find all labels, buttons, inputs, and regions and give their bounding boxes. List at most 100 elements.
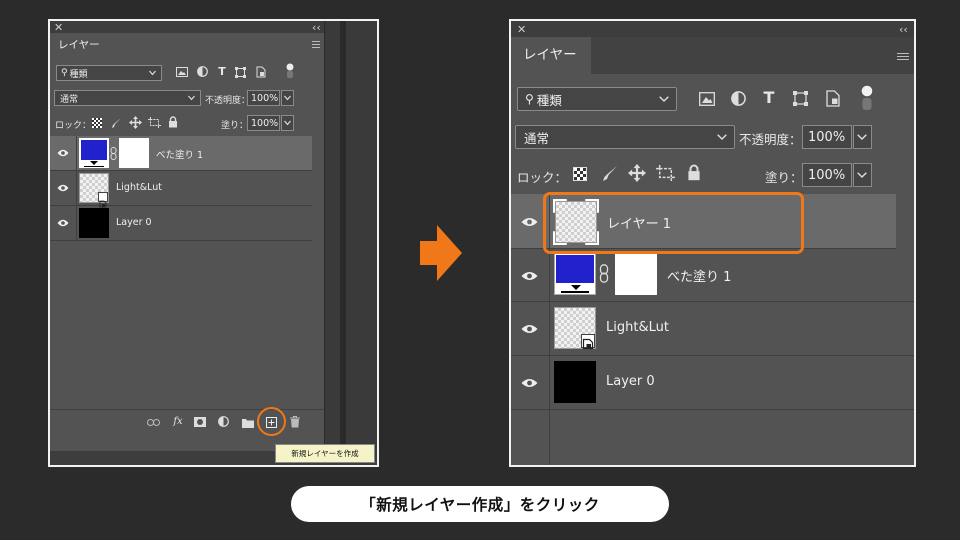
chevron-down-icon [659,96,669,102]
layer-row-solid-fill[interactable]: べた塗り 1 [511,249,914,302]
fill-dropdown-button[interactable] [281,115,294,131]
type-filter-icon[interactable]: T [761,88,777,107]
chevron-down-icon [284,95,291,101]
opacity-dropdown-button[interactable] [853,125,872,149]
layer-name[interactable]: べた塗り 1 [667,266,731,285]
shape-filter-icon[interactable] [235,67,246,78]
eye-icon[interactable] [57,219,69,227]
panel-menu-icon[interactable] [312,41,320,50]
filter-toggle-icon[interactable] [286,63,294,79]
layer-thumbnail[interactable] [79,208,109,238]
fill-label: 塗り： [221,121,249,131]
solid-fill-thumbnail[interactable] [79,138,109,168]
blend-mode-value: 通常 [524,130,550,146]
visibility-divider [76,136,77,171]
layer-row-smart-object[interactable]: Light&Lut [511,302,914,356]
panel-side-divider [340,21,346,465]
kind-filter-select[interactable]: ⚲ 種類 [517,87,677,111]
tab-layers[interactable]: レイヤー [54,33,110,57]
arrow-right-icon [420,225,462,281]
image-filter-icon[interactable] [699,92,715,106]
adjustment-layer-icon[interactable] [218,416,229,427]
close-icon[interactable]: ✕ [517,24,526,35]
layer-row-layer0[interactable]: Layer 0 [50,206,312,241]
layer-name[interactable]: Layer 0 [116,217,152,228]
layer-thumbnail[interactable] [554,361,596,403]
lock-position-icon[interactable] [628,164,646,182]
add-mask-icon[interactable] [194,417,206,427]
filter-toggle-icon[interactable] [861,85,873,111]
lock-all-icon[interactable] [687,164,701,181]
fill-label: 塗り： [765,170,803,185]
fx-icon[interactable]: fx [171,416,185,427]
eye-icon[interactable] [521,217,538,227]
visibility-divider [549,356,550,410]
layer-mask-thumbnail[interactable] [119,138,149,168]
folder-icon[interactable] [242,418,254,428]
search-icon: ⚲ [525,92,534,106]
lock-transparent-pixels-icon[interactable] [92,118,102,128]
kind-filter-select[interactable]: ⚲ 種類 [56,65,162,81]
opacity-input[interactable]: 100% [247,90,280,106]
lock-image-pixels-icon[interactable] [111,117,122,129]
lock-artboard-icon[interactable] [656,165,675,181]
visibility-divider [549,302,550,356]
fill-input[interactable]: 100% [802,163,852,187]
layer-name[interactable]: べた塗り 1 [156,147,203,161]
chevron-down-icon [857,172,867,178]
tab-bar-background [591,37,914,74]
trash-icon[interactable] [290,416,300,428]
eye-icon[interactable] [521,271,538,281]
eye-icon[interactable] [57,184,69,192]
opacity-input[interactable]: 100% [802,125,852,149]
fill-dropdown-button[interactable] [853,163,872,187]
chevron-down-icon [188,95,195,101]
layer-row-layer0[interactable]: Layer 0 [511,356,914,410]
kind-filter-label: 種類 [536,92,562,108]
layer-name[interactable]: Light&Lut [606,320,669,335]
blend-mode-select[interactable]: 通常 [515,125,735,149]
solid-fill-thumbnail[interactable] [554,253,596,295]
layer-name[interactable]: Layer 0 [606,374,655,389]
link-layers-icon[interactable] [147,419,160,426]
link-icon[interactable] [599,264,609,283]
panel-menu-icon[interactable] [897,53,909,62]
layer-name[interactable]: Light&Lut [116,182,162,193]
link-icon[interactable] [110,147,117,160]
lock-image-pixels-icon[interactable] [602,165,618,182]
collapse-icon[interactable]: ‹‹ [899,24,908,35]
opacity-dropdown-button[interactable] [281,90,294,106]
adjustment-filter-icon[interactable] [197,66,208,77]
lock-transparent-pixels-icon[interactable] [573,167,587,181]
layer-mask-thumbnail[interactable] [615,253,657,295]
shape-filter-icon[interactable] [793,91,808,106]
eye-icon[interactable] [521,324,538,334]
image-filter-icon[interactable] [176,67,188,77]
smart-object-thumbnail[interactable] [554,307,596,350]
smart-object-filter-icon[interactable] [826,90,840,107]
close-icon[interactable]: ✕ [54,22,63,33]
eye-icon[interactable] [521,378,538,388]
smart-object-thumbnail[interactable] [79,173,109,208]
type-filter-icon[interactable]: T [216,65,228,78]
lock-position-icon[interactable] [129,116,142,129]
panel-side-strip [324,21,377,465]
visibility-divider [549,249,550,302]
lock-artboard-icon[interactable] [148,117,161,128]
blend-mode-select[interactable]: 通常 [54,90,201,106]
layer-row-solid-fill[interactable]: べた塗り 1 [50,136,312,171]
lock-all-icon[interactable] [168,116,178,128]
smart-object-filter-icon[interactable] [256,66,266,78]
new-layer-tooltip: 新規レイヤーを作成 [275,444,375,463]
collapse-icon[interactable]: ‹‹ [312,22,321,33]
fill-input[interactable]: 100% [247,115,280,131]
layer-row-smart-object[interactable]: Light&Lut [50,171,312,208]
tab-layers[interactable]: レイヤー [515,37,591,74]
eye-icon[interactable] [57,149,69,157]
chevron-down-icon [284,120,291,126]
opacity-label: 不透明度： [205,96,251,106]
adjustment-filter-icon[interactable] [731,91,746,106]
search-icon: ⚲ [61,68,68,78]
kind-filter-label: 種類 [69,69,88,80]
visibility-divider [76,171,77,206]
